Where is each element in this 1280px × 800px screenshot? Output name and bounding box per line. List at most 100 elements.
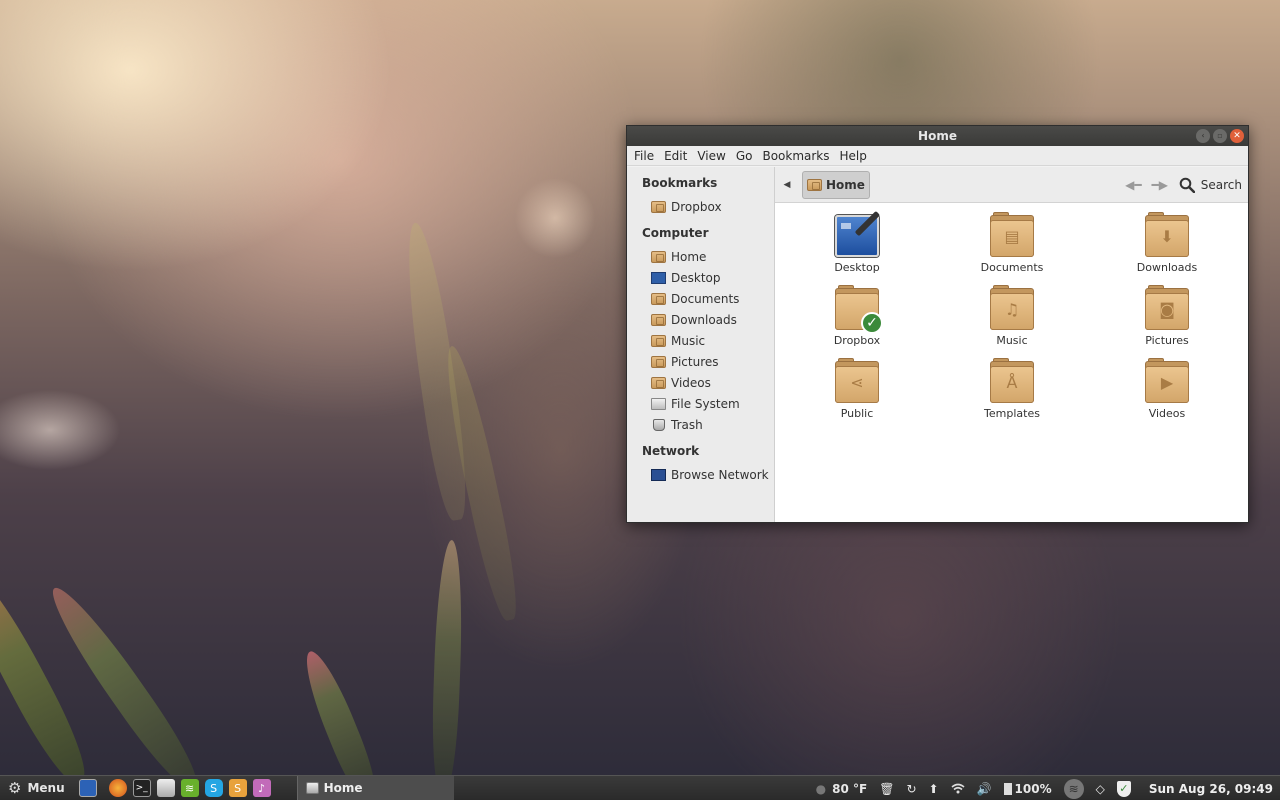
trash-icon bbox=[653, 418, 665, 431]
breadcrumb-home[interactable]: Home bbox=[802, 170, 870, 199]
file-item-templates[interactable]: Å Templates bbox=[957, 358, 1067, 420]
weather-applet[interactable]: ● 80 °F bbox=[810, 782, 874, 796]
menu-view[interactable]: View bbox=[692, 146, 730, 165]
menu-edit[interactable]: Edit bbox=[659, 146, 692, 165]
sidebar-item-trash[interactable]: Trash bbox=[627, 414, 774, 435]
home-folder-icon bbox=[651, 250, 666, 263]
file-item-label: Downloads bbox=[1136, 261, 1198, 274]
sidebar-item-label: Documents bbox=[671, 291, 740, 306]
update-icon[interactable]: ↻ bbox=[900, 782, 922, 796]
spotify-glyph: ≋ bbox=[1063, 778, 1084, 799]
pictures-folder-icon bbox=[651, 355, 666, 368]
clock[interactable]: Sun Aug 26, 09:49 bbox=[1137, 782, 1280, 796]
sidebar-item-label: Trash bbox=[671, 417, 703, 432]
search-label: Search bbox=[1200, 178, 1242, 192]
downloads-folder-icon: ⬇ bbox=[1145, 212, 1189, 257]
dropbox-folder-icon: ✓ bbox=[835, 285, 883, 334]
videos-folder-icon: ▶ bbox=[1145, 358, 1189, 403]
file-item-pictures[interactable]: ◙ Pictures bbox=[1112, 285, 1222, 347]
file-item-documents[interactable]: ▤ Documents bbox=[957, 212, 1067, 274]
file-item-downloads[interactable]: ⬇ Downloads bbox=[1112, 212, 1222, 274]
menubar: File Edit View Go Bookmarks Help bbox=[627, 146, 1248, 166]
documents-folder-icon: ▤ bbox=[990, 212, 1034, 257]
moon-icon: ● bbox=[815, 781, 827, 796]
window-titlebar[interactable]: Home ‹ ▫ ✕ bbox=[627, 126, 1248, 146]
sidebar-item-label: File System bbox=[671, 396, 740, 411]
shield-icon[interactable]: ✓ bbox=[1111, 780, 1137, 797]
trash-applet-icon[interactable]: 🗑 bbox=[873, 782, 900, 796]
desktop-icon bbox=[651, 271, 666, 284]
search-button[interactable]: Search bbox=[1179, 167, 1242, 203]
skype-icon[interactable]: S bbox=[204, 779, 223, 797]
sidebar-heading-computer: Computer bbox=[642, 226, 709, 240]
main-menu-button[interactable]: ⚙ Menu bbox=[0, 776, 73, 800]
sidebar-item-file-system[interactable]: File System bbox=[627, 393, 774, 414]
file-item-videos[interactable]: ▶ Videos bbox=[1112, 358, 1222, 420]
file-item-label: Templates bbox=[984, 407, 1040, 420]
sidebar-item-label: Desktop bbox=[671, 270, 721, 285]
taskbar-window-label: Home bbox=[323, 781, 363, 795]
downloads-folder-icon bbox=[651, 313, 666, 326]
file-manager-window: Home ‹ ▫ ✕ File Edit View Go Bookmarks H… bbox=[626, 125, 1249, 523]
sidebar-item-label: Downloads bbox=[671, 312, 737, 327]
bottom-panel: ⚙ Menu >_ ≋ S S ♪ Home ● 80 °F 🗑 ↻ ⬆ � bbox=[0, 775, 1280, 800]
file-item-label: Desktop bbox=[834, 261, 880, 274]
upload-arrow-icon[interactable]: ⬆ bbox=[923, 782, 945, 796]
sidebar-item-label: Dropbox bbox=[671, 199, 722, 214]
minimize-button[interactable]: ‹ bbox=[1196, 129, 1210, 143]
menu-bookmarks[interactable]: Bookmarks bbox=[757, 146, 834, 165]
sidebar-item-desktop[interactable]: Desktop bbox=[627, 267, 774, 288]
file-item-music[interactable]: ♫ Music bbox=[957, 285, 1067, 347]
spotify-tray-icon[interactable]: ≋ bbox=[1058, 778, 1090, 799]
sublime-text-icon[interactable]: S bbox=[228, 779, 247, 797]
back-arrow-icon[interactable]: ◀━ bbox=[1125, 178, 1141, 192]
sidebar-item-browse-network[interactable]: Browse Network bbox=[627, 464, 774, 485]
sidebar-item-label: Music bbox=[671, 333, 706, 348]
sidebar-item-home[interactable]: Home bbox=[627, 246, 774, 267]
sidebar-item-downloads[interactable]: Downloads bbox=[627, 309, 774, 330]
sidebar-item-pictures[interactable]: Pictures bbox=[627, 351, 774, 372]
menu-help[interactable]: Help bbox=[835, 146, 872, 165]
show-desktop-icon[interactable] bbox=[78, 779, 97, 797]
sidebar-item-music[interactable]: Music bbox=[627, 330, 774, 351]
toolbar: ◀ Home ◀━ ━▶ Search bbox=[775, 167, 1248, 203]
file-item-public[interactable]: ⋖ Public bbox=[802, 358, 912, 420]
music-player-icon[interactable]: ♪ bbox=[252, 779, 271, 797]
main-menu-label: Menu bbox=[27, 781, 65, 795]
sidebar-item-dropbox[interactable]: Dropbox bbox=[627, 196, 774, 217]
firefox-icon[interactable] bbox=[108, 779, 127, 797]
wifi-signal-glyph bbox=[951, 783, 965, 794]
sidebar-item-videos[interactable]: Videos bbox=[627, 372, 774, 393]
home-folder-icon bbox=[807, 178, 822, 191]
maximize-button[interactable]: ▫ bbox=[1213, 129, 1227, 143]
sidebar-heading-network: Network bbox=[642, 444, 700, 458]
music-folder-icon: ♫ bbox=[990, 285, 1034, 330]
drive-icon bbox=[651, 397, 666, 410]
file-manager-launcher-icon[interactable] bbox=[156, 779, 175, 797]
volume-icon[interactable]: 🔊 bbox=[971, 782, 998, 796]
network-icon bbox=[651, 468, 666, 481]
spotify-launcher-icon[interactable]: ≋ bbox=[180, 779, 199, 797]
breadcrumb-left-arrow-icon[interactable]: ◀ bbox=[776, 180, 798, 190]
battery-icon bbox=[1003, 782, 1012, 795]
taskbar-window-home[interactable]: Home bbox=[296, 776, 454, 800]
close-button[interactable]: ✕ bbox=[1230, 129, 1244, 143]
battery-applet[interactable]: 100% bbox=[998, 782, 1058, 796]
window-title: Home bbox=[918, 129, 957, 143]
videos-folder-icon bbox=[651, 376, 666, 389]
sidebar-item-label: Videos bbox=[671, 375, 711, 390]
menu-go[interactable]: Go bbox=[731, 146, 758, 165]
battery-percentage: 100% bbox=[1014, 781, 1052, 796]
sidebar: Bookmarks Dropbox Computer Home Desktop … bbox=[627, 167, 775, 522]
file-item-desktop[interactable]: Desktop bbox=[802, 210, 912, 274]
sidebar-item-documents[interactable]: Documents bbox=[627, 288, 774, 309]
file-item-dropbox[interactable]: ✓ Dropbox bbox=[802, 285, 912, 347]
main-pane: ◀ Home ◀━ ━▶ Search Desktop ▤ Documents … bbox=[775, 167, 1248, 522]
system-tray: ● 80 °F 🗑 ↻ ⬆ 🔊 100% ≋ ◇ ✓ Sun Aug 26, 0… bbox=[810, 776, 1280, 800]
menu-file[interactable]: File bbox=[629, 146, 659, 165]
sidebar-heading-bookmarks: Bookmarks bbox=[642, 176, 718, 190]
wifi-icon[interactable] bbox=[945, 783, 971, 794]
dropbox-tray-icon[interactable]: ◇ bbox=[1090, 782, 1111, 796]
terminal-icon[interactable]: >_ bbox=[132, 779, 151, 797]
forward-arrow-icon[interactable]: ━▶ bbox=[1152, 178, 1168, 192]
